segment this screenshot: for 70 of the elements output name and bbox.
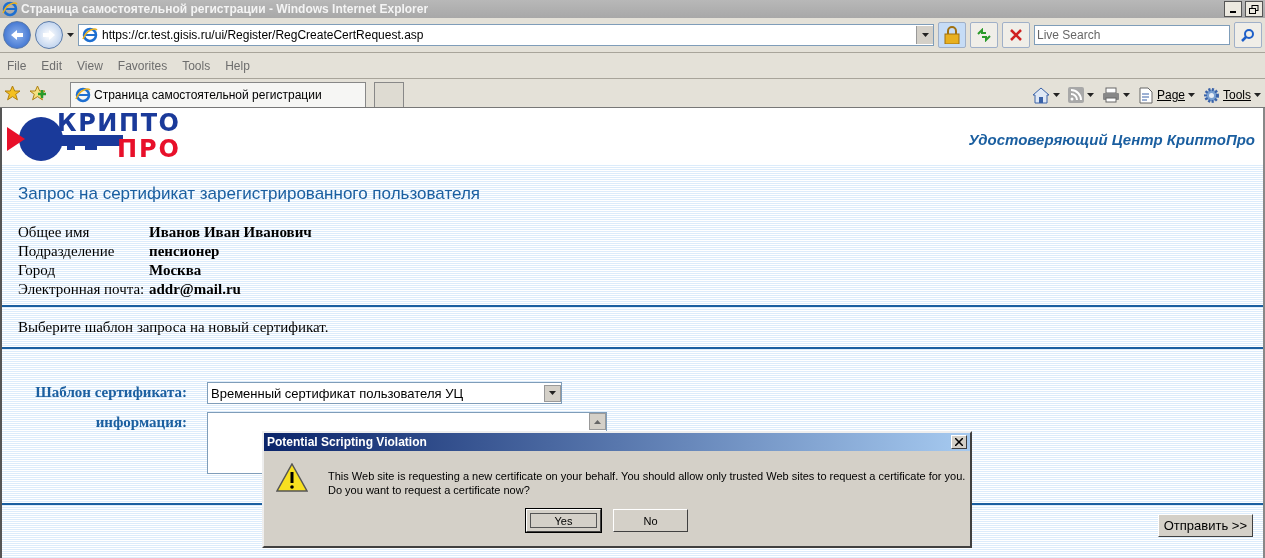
forward-button[interactable] <box>35 21 63 49</box>
submit-button[interactable]: Отправить >> <box>1157 514 1253 537</box>
menu-item[interactable]: File <box>7 58 27 73</box>
caret-icon[interactable] <box>1254 93 1261 97</box>
stop-button[interactable] <box>1002 22 1030 48</box>
search-field[interactable]: Live Search <box>1034 25 1230 45</box>
refresh-button[interactable] <box>970 22 998 48</box>
template-label: Шаблон сертификата: <box>34 383 187 402</box>
info-label: Общее имя <box>18 224 91 241</box>
address-field[interactable]: https://cr.test.gisis.ru/ui/Register/RegCreateCertRequest.asp <box>78 24 934 46</box>
scroll-up-button[interactable] <box>589 413 606 430</box>
restore-button[interactable] <box>1245 1 1263 17</box>
info-value: Иванов Иван Иванович <box>149 224 312 241</box>
caret-icon[interactable] <box>1122 93 1130 97</box>
close-icon <box>955 438 963 446</box>
lock-icon <box>944 26 960 44</box>
ie-logo-icon <box>2 1 18 17</box>
info-value: пенсионер <box>149 243 220 260</box>
gear-icon[interactable] <box>1203 86 1220 104</box>
info-label: Подразделение <box>18 243 116 260</box>
history-caret-icon[interactable] <box>67 33 74 37</box>
restore-icon <box>1249 4 1259 14</box>
right-arrow-icon <box>42 29 56 41</box>
page-icon[interactable] <box>1137 86 1154 104</box>
command-label[interactable]: Tools <box>1223 88 1251 102</box>
caret-icon[interactable] <box>1052 93 1060 97</box>
left-arrow-icon <box>10 29 24 41</box>
dialog-button[interactable]: Yes <box>526 509 601 532</box>
search-icon <box>1241 28 1255 42</box>
page-heading: Запрос на сертификат зарегистрированного пользователя <box>18 184 481 204</box>
menu-item[interactable]: Help <box>225 58 250 73</box>
home-icon[interactable] <box>1031 86 1050 104</box>
printer-icon[interactable] <box>1101 87 1120 103</box>
refresh-icon <box>976 28 992 42</box>
info-field-label: информация: <box>94 413 187 432</box>
info-value: Москва <box>149 262 202 279</box>
template-select[interactable]: Временный сертификат пользователя УЦ <box>207 382 562 404</box>
dialog-message: This Web site is requesting a new certificate on your behalf. You should allow only trusted Web sites to request a certificate for you. Do you want to request a certificate now? <box>328 469 966 497</box>
menu-item[interactable]: Edit <box>41 58 63 73</box>
search-button[interactable] <box>1234 22 1262 48</box>
info-label: Электронная почта: <box>18 281 146 298</box>
dialog-title: Potential Scripting Violation <box>267 435 427 449</box>
close-icon <box>1010 29 1022 41</box>
add-favorite-icon[interactable] <box>29 84 46 102</box>
back-button[interactable] <box>3 21 31 49</box>
site-title: Удостоверяющий Центр КриптоПро <box>968 130 1255 148</box>
info-label: Город <box>18 262 57 279</box>
browser-tab[interactable]: Страница самостоятельной регистрации <box>70 82 366 107</box>
window-title: Страница самостоятельной регистрации - Windows Internet Explorer <box>21 2 430 16</box>
up-caret-icon <box>594 419 601 424</box>
new-tab-button[interactable] <box>374 82 404 107</box>
minimize-button[interactable] <box>1224 1 1242 17</box>
caret-icon[interactable] <box>1086 93 1094 97</box>
close-button[interactable] <box>951 435 967 449</box>
dialog-button[interactable]: No <box>613 509 688 532</box>
caret-icon[interactable] <box>1188 93 1195 97</box>
dropdown-caret-icon[interactable] <box>921 33 929 37</box>
command-label[interactable]: Page <box>1156 88 1185 102</box>
instruction-text: Выберите шаблон запроса на новый сертификат. <box>18 319 330 336</box>
menu-item[interactable]: Favorites <box>117 58 168 73</box>
warning-icon <box>276 463 308 493</box>
star-icon[interactable] <box>4 84 21 102</box>
dropdown-caret-icon[interactable] <box>549 391 556 395</box>
menu-item[interactable]: View <box>77 58 103 73</box>
cryptopro-logo: КРИПТО ПРО <box>5 109 183 163</box>
info-value: addr@mail.ru <box>149 281 241 298</box>
ie-logo-icon <box>82 27 98 43</box>
ie-logo-icon <box>75 87 91 103</box>
lock-button[interactable] <box>938 22 966 48</box>
menu-item[interactable]: Tools <box>182 58 211 73</box>
